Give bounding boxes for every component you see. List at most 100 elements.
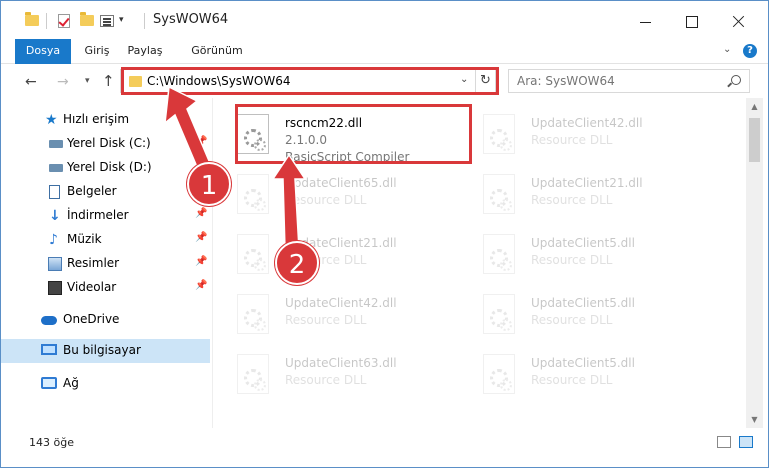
file-name: UpdateClient63.dll <box>285 356 397 370</box>
item-count: 143 öğe <box>29 436 74 449</box>
dll-file-icon <box>237 234 269 274</box>
sidebar-item-label: Yerel Disk (C:) <box>67 136 151 150</box>
file-item[interactable]: UpdateClient42.dll Resource DLL <box>461 104 701 160</box>
sidebar-item-label: Müzik <box>67 232 102 246</box>
music-icon: ♪ <box>49 232 58 248</box>
new-folder-icon[interactable] <box>80 12 94 26</box>
sidebar-item-label: OneDrive <box>63 312 120 326</box>
minimize-button[interactable] <box>622 1 668 39</box>
file-description: Resource DLL <box>531 133 613 147</box>
chevron-down-icon[interactable]: ▾ <box>119 15 124 25</box>
file-description: Resource DLL <box>531 373 613 387</box>
explorer-window: ▾ SysWOW64 Dosya Giriş Paylaş Görünüm ⌄ … <box>0 0 769 468</box>
recent-locations-chevron-icon[interactable]: ▾ <box>85 76 90 86</box>
disk-icon <box>49 140 63 148</box>
maximize-button[interactable] <box>668 1 714 39</box>
back-arrow-icon[interactable]: ← <box>25 74 37 90</box>
separator <box>46 13 47 29</box>
star-icon: ★ <box>45 112 58 128</box>
download-icon: ↓ <box>49 208 61 224</box>
sidebar-item-label: Hızlı erişim <box>63 112 130 126</box>
file-name: UpdateClient42.dll <box>285 296 397 310</box>
dll-file-icon <box>237 354 269 394</box>
properties-check-icon[interactable] <box>58 14 70 28</box>
pictures-icon <box>48 257 62 271</box>
annotation-badge-2: 2 <box>275 241 319 285</box>
tab-paylas[interactable]: Paylaş <box>121 39 169 64</box>
dll-file-icon <box>483 294 515 334</box>
title-bar: ▾ SysWOW64 <box>1 1 768 39</box>
tab-gorunum[interactable]: Görünüm <box>181 39 253 64</box>
sidebar-item-pictures[interactable]: Resimler 📌 <box>1 252 210 276</box>
sidebar-item-onedrive[interactable]: OneDrive <box>1 308 210 332</box>
search-input[interactable] <box>517 74 717 88</box>
up-arrow-icon[interactable]: ↑ <box>102 72 115 90</box>
folder-icon[interactable] <box>25 12 39 26</box>
file-item[interactable]: UpdateClient5.dll Resource DLL <box>461 284 701 340</box>
file-item[interactable]: UpdateClient42.dll Resource DLL <box>215 284 455 340</box>
file-description: Resource DLL <box>285 373 367 387</box>
dll-file-icon <box>483 114 515 154</box>
scroll-up-icon[interactable]: ▲ <box>746 98 763 115</box>
tab-giris[interactable]: Giriş <box>77 39 117 64</box>
chevron-down-icon[interactable]: ⌄ <box>723 45 733 55</box>
help-icon[interactable]: ? <box>743 44 757 58</box>
sidebar-item-label: Bu bilgisayar <box>63 343 141 357</box>
search-icon[interactable] <box>731 75 741 85</box>
file-name: UpdateClient5.dll <box>531 356 635 370</box>
scroll-thumb[interactable] <box>749 118 760 162</box>
file-item[interactable]: UpdateClient65.dll Resource DLL <box>215 164 455 220</box>
file-name: UpdateClient42.dll <box>531 116 643 130</box>
scroll-down-icon[interactable]: ▼ <box>746 411 763 428</box>
dll-file-icon <box>237 294 269 334</box>
sidebar-item-label: İndirmeler <box>67 208 129 222</box>
forward-arrow-icon[interactable]: → <box>57 74 69 90</box>
pin-icon[interactable]: 📌 <box>195 208 207 219</box>
sidebar-item-label: Ağ <box>63 376 79 390</box>
file-description: Resource DLL <box>531 193 613 207</box>
pin-icon[interactable]: 📌 <box>195 280 207 291</box>
dll-file-icon <box>483 174 515 214</box>
tab-dosya[interactable]: Dosya <box>15 39 71 64</box>
sidebar-item-downloads[interactable]: ↓ İndirmeler 📌 <box>1 204 210 228</box>
sidebar-item-label: Resimler <box>67 256 120 270</box>
status-bar: 143 öğe <box>1 429 768 467</box>
file-item[interactable]: UpdateClient21.dll Resource DLL <box>215 224 455 280</box>
annotation-badge-1: 1 <box>187 162 231 206</box>
sidebar-item-label: Yerel Disk (D:) <box>67 160 152 174</box>
file-name: UpdateClient5.dll <box>531 236 635 250</box>
details-view-icon[interactable] <box>717 436 731 448</box>
file-name: UpdateClient21.dll <box>531 176 643 190</box>
videos-icon <box>48 281 62 295</box>
sidebar-item-music[interactable]: ♪ Müzik 📌 <box>1 228 210 252</box>
pin-icon[interactable]: 📌 <box>195 256 207 267</box>
sidebar-item-videos[interactable]: Videolar 📌 <box>1 276 210 300</box>
file-item[interactable]: UpdateClient5.dll Resource DLL <box>461 344 701 400</box>
search-box[interactable] <box>508 69 750 93</box>
sidebar-item-network[interactable]: Ağ <box>1 372 210 396</box>
tiles-view-icon[interactable] <box>739 436 753 448</box>
network-icon <box>41 377 57 389</box>
disk-icon <box>49 164 63 172</box>
sidebar-item-label: Videolar <box>67 280 117 294</box>
computer-icon <box>41 344 57 355</box>
sidebar-item-this-pc[interactable]: Bu bilgisayar <box>1 339 210 363</box>
dll-file-icon <box>237 174 269 214</box>
file-name: UpdateClient5.dll <box>531 296 635 310</box>
dll-file-icon <box>483 234 515 274</box>
dll-file-icon <box>483 354 515 394</box>
file-description: Resource DLL <box>531 313 613 327</box>
file-item[interactable]: UpdateClient63.dll Resource DLL <box>215 344 455 400</box>
cloud-icon <box>41 316 57 325</box>
pin-icon[interactable]: 📌 <box>195 232 207 243</box>
documents-icon <box>49 185 60 199</box>
file-item[interactable]: UpdateClient21.dll Resource DLL <box>461 164 701 220</box>
quick-access-toolbar-icon[interactable] <box>100 15 114 27</box>
separator <box>144 13 145 29</box>
file-description: Resource DLL <box>285 313 367 327</box>
close-button[interactable] <box>715 1 761 39</box>
vertical-scrollbar[interactable]: ▲ ▼ <box>746 98 763 428</box>
file-item[interactable]: UpdateClient5.dll Resource DLL <box>461 224 701 280</box>
annotation-arrow-2 <box>271 153 311 253</box>
sidebar-item-label: Belgeler <box>67 184 117 198</box>
